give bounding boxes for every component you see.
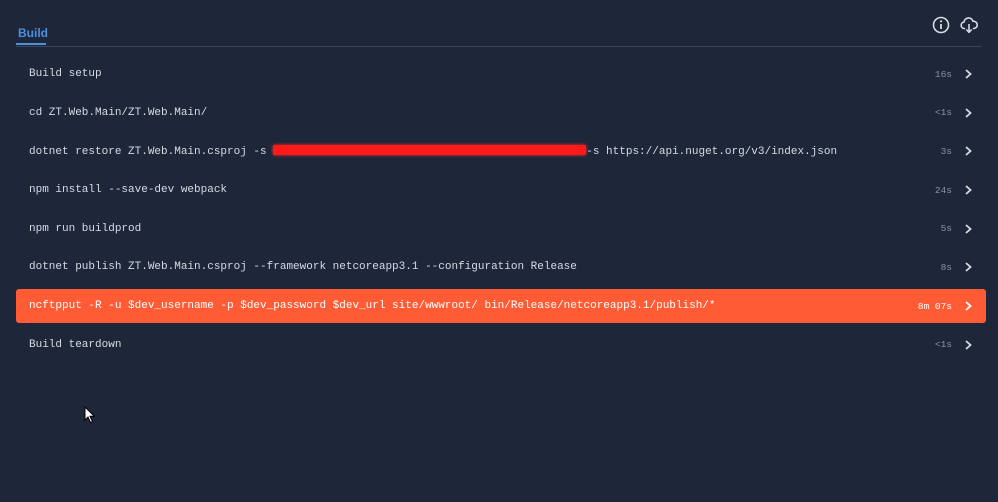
tab-bar: Build xyxy=(16,0,982,47)
build-step-dotnet-restore[interactable]: dotnet restore ZT.Web.Main.csproj -s -s … xyxy=(16,134,986,168)
chevron-right-icon xyxy=(965,224,972,234)
build-step-npm-install[interactable]: npm install --save-dev webpack 24s xyxy=(16,173,986,207)
step-command: Build teardown xyxy=(29,338,122,351)
step-duration: 16s xyxy=(934,68,952,80)
chevron-right-icon xyxy=(965,301,972,311)
step-duration: 8m 07s xyxy=(917,300,952,312)
chevron-right-icon xyxy=(965,146,972,157)
step-duration: 3s xyxy=(940,145,952,157)
redaction-mark xyxy=(273,144,587,155)
step-duration: <1s xyxy=(934,107,952,119)
mouse-cursor-icon xyxy=(84,406,96,424)
build-step-ncftpput-failed[interactable]: ncftpput -R -u $dev_username -p $dev_pas… xyxy=(16,289,986,324)
step-duration: 24s xyxy=(934,184,952,196)
step-command-before: dotnet restore ZT.Web.Main.csproj -s xyxy=(29,145,274,158)
step-command: npm install --save-dev webpack xyxy=(29,184,228,197)
cloud-download-icon[interactable] xyxy=(959,15,979,35)
tab-build[interactable]: Build xyxy=(18,26,48,40)
step-command: dotnet restore ZT.Web.Main.csproj -s -s … xyxy=(29,144,838,158)
build-step-npm-run[interactable]: npm run buildprod 5s xyxy=(16,212,986,246)
chevron-right-icon xyxy=(965,262,972,273)
chevron-right-icon xyxy=(965,108,972,118)
step-command: npm run buildprod xyxy=(29,222,142,235)
build-steps-list: Build setup 16s cd ZT.Web.Main/ZT.Web.Ma… xyxy=(16,57,986,367)
step-duration: 8s xyxy=(940,261,952,273)
chevron-right-icon xyxy=(965,185,972,195)
step-command: cd ZT.Web.Main/ZT.Web.Main/ xyxy=(29,106,208,119)
build-step-cd[interactable]: cd ZT.Web.Main/ZT.Web.Main/ <1s xyxy=(16,96,986,130)
build-step-dotnet-publish[interactable]: dotnet publish ZT.Web.Main.csproj --fram… xyxy=(16,250,986,284)
chevron-right-icon xyxy=(965,340,972,350)
build-step-teardown[interactable]: Build teardown <1s xyxy=(16,328,986,362)
info-icon[interactable] xyxy=(931,15,951,35)
chevron-right-icon xyxy=(965,69,972,79)
step-command: dotnet publish ZT.Web.Main.csproj --fram… xyxy=(29,261,577,274)
step-command: ncftpput -R -u $dev_username -p $dev_pas… xyxy=(29,300,716,313)
step-command: Build setup xyxy=(29,68,102,80)
step-command-after: -s https://api.nuget.org/v3/index.json xyxy=(586,145,838,158)
step-duration: 5s xyxy=(940,223,952,235)
build-step-setup[interactable]: Build setup 16s xyxy=(16,57,986,91)
step-duration: <1s xyxy=(934,339,952,351)
active-tab-indicator xyxy=(16,43,46,45)
